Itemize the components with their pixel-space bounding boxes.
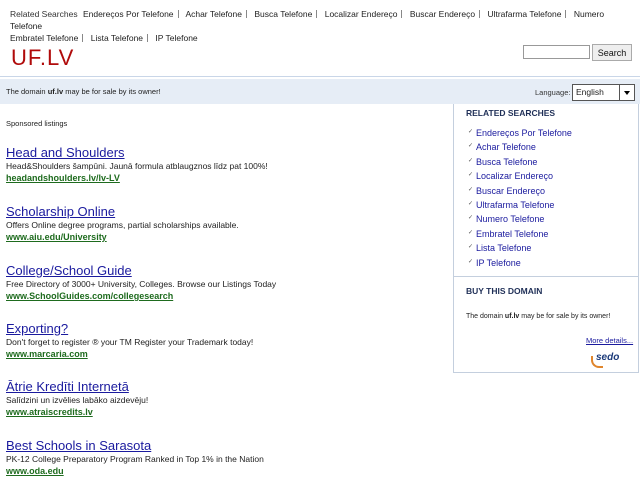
ad-listing: Best Schools in Sarasota PK-12 College P… — [6, 438, 436, 477]
ad-description: Free Directory of 3000+ University, Coll… — [6, 279, 277, 289]
language-label: Language: — [535, 88, 571, 97]
ad-title[interactable]: Scholarship Online — [6, 204, 436, 220]
related-search-label: Embratel Telefone — [476, 228, 549, 239]
top-link[interactable]: Achar Telefone — [185, 9, 242, 19]
link-separator — [479, 10, 481, 18]
ad-title[interactable]: Exporting? — [6, 321, 436, 337]
ad-listing: Scholarship Online Offers Online degree … — [6, 204, 436, 243]
language-value: English — [576, 87, 604, 97]
link-separator — [82, 34, 84, 42]
bullet-icon: ✓ — [468, 244, 474, 251]
link-separator — [565, 10, 567, 18]
bullet-icon: ✓ — [468, 143, 474, 150]
related-search-label: Busca Telefone — [476, 156, 538, 167]
link-separator — [246, 10, 247, 18]
sedo-swoosh-icon — [591, 356, 603, 368]
related-search-item[interactable]: ✓ Numero Telefone — [466, 212, 572, 226]
msg-text: The domain — [6, 87, 48, 96]
related-search-item[interactable]: ✓ Lista Telefone — [466, 241, 572, 255]
bullet-icon: ✓ — [468, 186, 474, 193]
related-searches-label: Related Searches — [10, 9, 78, 19]
bullet-icon: ✓ — [468, 258, 474, 265]
more-details-link[interactable]: More details... — [586, 336, 633, 345]
ad-title[interactable]: College/School Guide — [6, 263, 436, 279]
top-link[interactable]: Buscar Endereço — [410, 9, 475, 19]
top-link[interactable]: Ultrafarma Telefone — [487, 9, 561, 19]
domain-name: uf.lv — [504, 313, 520, 320]
related-search-item[interactable]: ✓ Localizar Endereço — [466, 169, 572, 183]
ad-url[interactable]: www.SchoolGuides.com/collegesearch — [6, 290, 436, 302]
related-searches-heading: RELATED SEARCHES — [466, 108, 556, 118]
related-search-item[interactable]: ✓ Ultrafarma Telefone — [466, 198, 572, 212]
link-separator — [401, 10, 403, 18]
ad-listing: College/School Guide Free Directory of 3… — [6, 263, 436, 302]
related-searches-list: ✓ Endereços Por Telefone ✓ Achar Telefone … — [466, 126, 572, 270]
related-search-item[interactable]: ✓ IP Telefone — [466, 256, 572, 270]
chevron-down-icon[interactable] — [619, 85, 634, 100]
msg-text: The domain — [466, 313, 505, 320]
ad-description: Salīdzini un izvēlies labāko aizdevēju! — [6, 395, 149, 405]
top-link[interactable]: IP Telefone — [155, 33, 197, 43]
domain-sale-message: The domain uf.lv may be for sale by its … — [6, 87, 161, 96]
related-search-label: Localizar Endereço — [476, 171, 554, 182]
sidebar: RELATED SEARCHES ✓ Endereços Por Telefone… — [453, 104, 639, 373]
bullet-icon: ✓ — [468, 157, 474, 164]
top-link[interactable]: Endereços Por Telefone — [83, 9, 174, 19]
buy-domain-heading: BUY THIS DOMAIN — [466, 286, 543, 296]
ad-url[interactable]: www.marcaria.com — [6, 348, 436, 360]
top-link[interactable]: Busca Telefone — [254, 9, 312, 19]
language-select[interactable]: English — [572, 84, 635, 101]
ad-description: Head&Shoulders šampūni. Jaunā formula at… — [6, 161, 268, 171]
sponsored-label: Sponsored listings — [6, 119, 68, 128]
search-input[interactable] — [523, 45, 590, 59]
ad-url[interactable]: www.oda.edu — [6, 465, 436, 477]
related-search-item[interactable]: ✓ Busca Telefone — [466, 155, 572, 169]
link-separator — [177, 10, 179, 18]
ad-url[interactable]: www.aiu.edu/University — [6, 231, 436, 243]
related-search-item[interactable]: ✓ Endereços Por Telefone — [466, 126, 572, 140]
msg-text: may be for sale by its owner! — [63, 87, 161, 96]
bullet-icon: ✓ — [468, 129, 474, 135]
related-search-label: Numero Telefone — [476, 214, 545, 225]
ad-title[interactable]: Head and Shoulders — [6, 145, 436, 161]
top-link[interactable]: Localizar Endereço — [325, 9, 398, 19]
top-link[interactable]: Lista Telefone — [91, 33, 143, 43]
bullet-icon: ✓ — [468, 172, 474, 179]
link-separator — [316, 10, 318, 18]
ad-description: Offers Online degree programs, partial s… — [6, 220, 239, 230]
ad-listing: Head and Shoulders Head&Shoulders šampūn… — [6, 145, 436, 184]
ad-title[interactable]: Best Schools in Sarasota — [6, 438, 436, 454]
top-link[interactable]: Embratel Telefone — [10, 33, 78, 43]
ad-title[interactable]: Ātrie Kredīti Internetā — [6, 379, 436, 395]
msg-text: may be for sale by its owner! — [519, 313, 611, 320]
link-separator — [147, 34, 149, 42]
bullet-icon: ✓ — [468, 215, 474, 222]
ad-description: PK-12 College Preparatory Program Ranked… — [6, 454, 264, 464]
domain-name: uf.lv — [47, 87, 64, 96]
related-search-label: IP Telefone — [476, 257, 521, 268]
sidebar-divider — [454, 276, 638, 277]
bullet-icon: ✓ — [468, 229, 474, 236]
bullet-icon: ✓ — [468, 200, 474, 207]
domain-info-bar: The domain uf.lv may be for sale by its … — [0, 79, 640, 104]
related-search-label: Lista Telefone — [476, 243, 532, 254]
header-divider — [0, 76, 640, 77]
sedo-logo[interactable]: sedo — [591, 352, 619, 368]
ad-listing: Ātrie Kredīti Internetā Salīdzini un izv… — [6, 379, 436, 418]
related-search-item[interactable]: ✓ Achar Telefone — [466, 140, 572, 154]
related-search-item[interactable]: ✓ Buscar Endereço — [466, 184, 572, 198]
buy-domain-message: The domain uf.lv may be for sale by its … — [466, 313, 610, 320]
related-search-label: Endereços Por Telefone — [476, 128, 572, 138]
ad-listing: Exporting? Don't forget to register ® yo… — [6, 321, 436, 360]
site-logo[interactable]: UF.LV — [11, 45, 74, 71]
related-search-label: Buscar Endereço — [476, 185, 546, 196]
ad-url[interactable]: www.atraiscredits.lv — [6, 406, 436, 418]
ad-description: Don't forget to register ® your TM Regis… — [6, 337, 254, 347]
related-search-label: Achar Telefone — [476, 142, 536, 153]
search-button[interactable]: Search — [592, 44, 632, 61]
related-searches-nav: Related Searches Endereços Por Telefone … — [10, 8, 610, 44]
related-search-item[interactable]: ✓ Embratel Telefone — [466, 227, 572, 241]
ad-url[interactable]: headandshoulders.lv/lv-LV — [6, 172, 436, 184]
related-search-label: Ultrafarma Telefone — [476, 199, 555, 210]
